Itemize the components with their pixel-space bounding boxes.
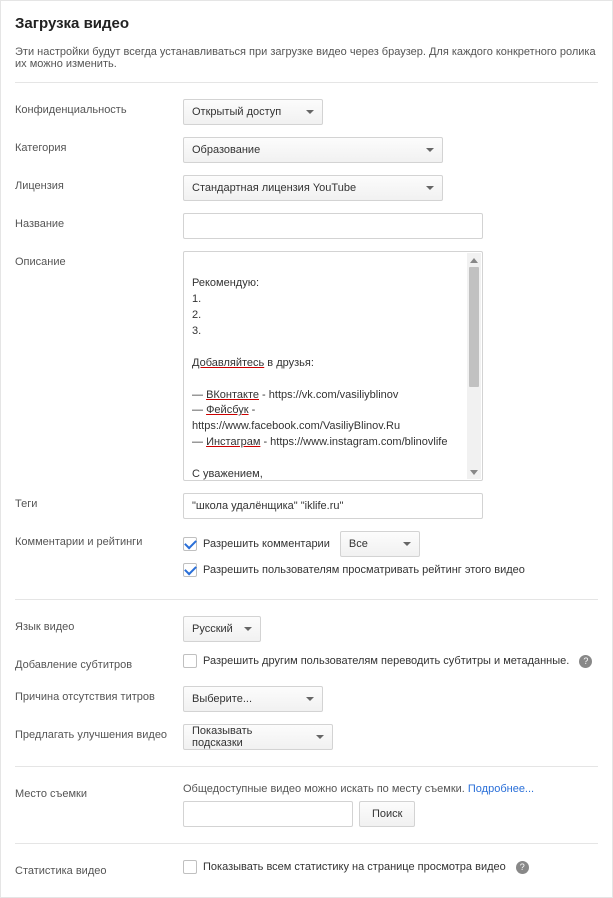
description-content: Рекомендую: 1. 2. 3. Добавляйтесь в друз… [192,260,466,481]
license-value: Стандартная лицензия YouTube [192,182,356,194]
chevron-down-icon [306,697,314,701]
chevron-down-icon [306,110,314,114]
label-description: Описание [15,251,183,268]
scroll-up-icon[interactable] [467,253,481,267]
location-note: Общедоступные видео можно искать по мест… [183,783,598,795]
intro-text: Эти настройки будут всегда устанавливать… [15,46,598,83]
label-title: Название [15,213,183,230]
language-value: Русский [192,623,233,635]
location-input[interactable] [183,801,353,827]
category-value: Образование [192,144,260,156]
label-no-captions: Причина отсутствия титров [15,686,183,703]
scrollbar[interactable] [467,253,481,479]
label-location: Место съемки [15,783,183,800]
label-suggestions: Предлагать улучшения видео [15,724,183,741]
license-select[interactable]: Стандартная лицензия YouTube [183,175,443,201]
chevron-down-icon [426,186,434,190]
page-title: Загрузка видео [15,15,598,32]
chevron-down-icon [403,542,411,546]
privacy-select[interactable]: Открытый доступ [183,99,323,125]
tags-input[interactable] [183,493,483,519]
label-privacy: Конфиденциальность [15,99,183,116]
label-comments: Комментарии и рейтинги [15,531,183,548]
chevron-down-icon [426,148,434,152]
label-stats: Статистика видео [15,860,183,877]
allow-ratings-checkbox[interactable] [183,563,197,577]
scroll-thumb[interactable] [469,267,479,387]
comments-mode-value: Все [349,538,368,550]
title-input[interactable] [183,213,483,239]
location-learn-more-link[interactable]: Подробнее... [468,783,534,795]
label-license: Лицензия [15,175,183,192]
help-icon[interactable]: ? [516,861,529,874]
label-subtitles: Добавление субтитров [15,654,183,671]
no-captions-value: Выберите... [192,693,252,705]
suggestions-select[interactable]: Показывать подсказки [183,724,333,750]
description-textarea[interactable]: Рекомендую: 1. 2. 3. Добавляйтесь в друз… [183,251,483,481]
allow-ratings-label: Разрешить пользователям просматривать ре… [203,564,525,576]
help-icon[interactable]: ? [579,655,592,668]
community-subs-label: Разрешить другим пользователям переводит… [203,655,569,667]
show-stats-checkbox[interactable] [183,860,197,874]
label-language: Язык видео [15,616,183,633]
label-tags: Теги [15,493,183,510]
scroll-down-icon[interactable] [467,465,481,479]
language-select[interactable]: Русский [183,616,261,642]
community-subs-checkbox[interactable] [183,654,197,668]
label-category: Категория [15,137,183,154]
allow-comments-label: Разрешить комментарии [203,538,330,550]
chevron-down-icon [244,627,252,631]
location-search-button[interactable]: Поиск [359,801,415,827]
show-stats-label: Показывать всем статистику на странице п… [203,861,506,873]
privacy-value: Открытый доступ [192,106,281,118]
suggestions-value: Показывать подсказки [192,725,306,749]
allow-comments-checkbox[interactable] [183,537,197,551]
category-select[interactable]: Образование [183,137,443,163]
no-captions-select[interactable]: Выберите... [183,686,323,712]
comments-mode-select[interactable]: Все [340,531,420,557]
